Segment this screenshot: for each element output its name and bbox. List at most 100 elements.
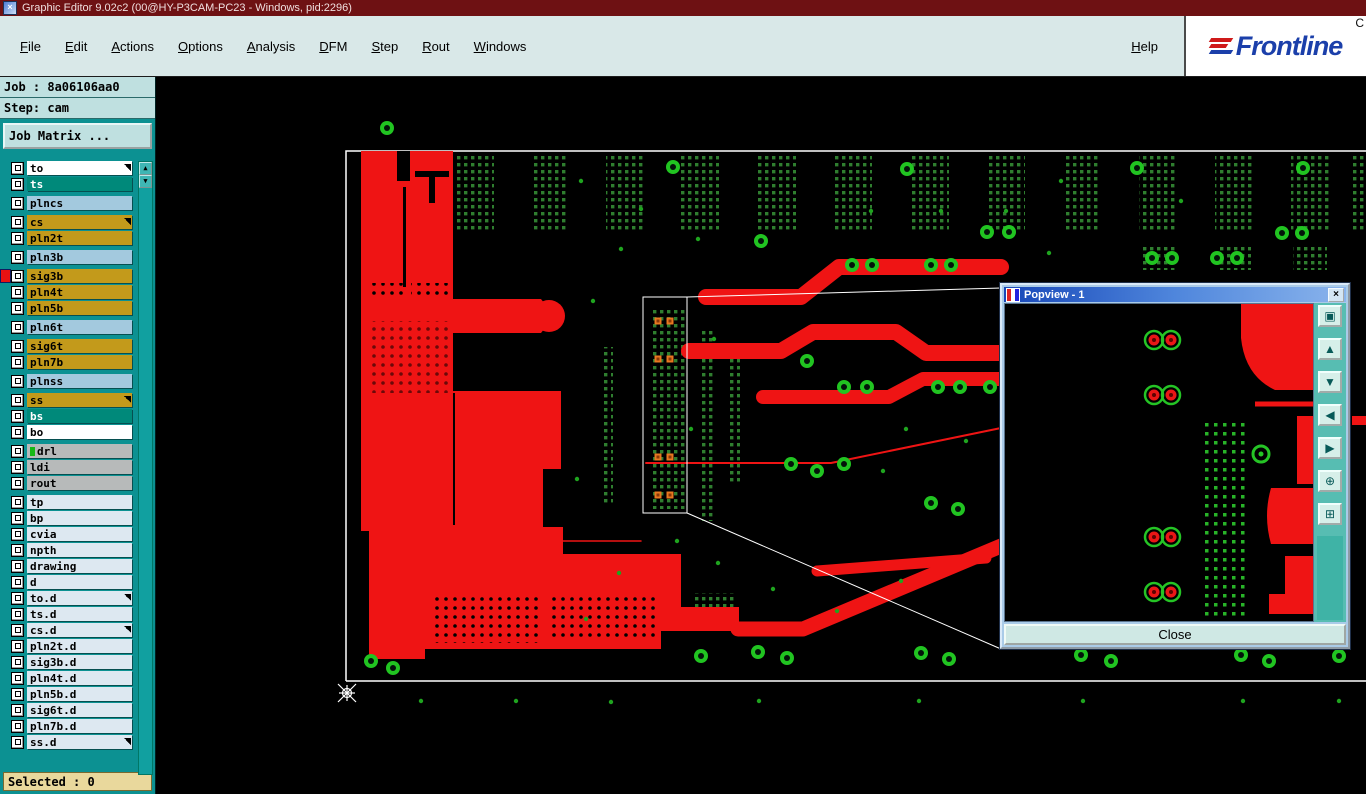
layer-row-sig3b[interactable]: sig3b (0, 269, 138, 283)
job-matrix-button[interactable]: Job Matrix ... (3, 123, 152, 149)
layer-name-rout[interactable]: rout (27, 476, 132, 490)
layer-row-bp[interactable]: bp (1, 511, 138, 525)
layer-row-ss.d[interactable]: ss.d (1, 735, 138, 749)
layer-name-drawing[interactable]: drawing (27, 559, 132, 573)
layer-visibility-checkbox[interactable] (11, 623, 24, 637)
layer-list-scrollbar[interactable]: ▲ ▼ (138, 161, 153, 775)
layer-visibility-checkbox[interactable] (11, 409, 24, 423)
layer-row-cvia[interactable]: cvia (1, 527, 138, 541)
layer-row-d[interactable]: d (1, 575, 138, 589)
layer-row-drawing[interactable]: drawing (1, 559, 138, 573)
layer-visibility-checkbox[interactable] (11, 559, 24, 573)
layer-visibility-checkbox[interactable] (11, 495, 24, 509)
menu-file[interactable]: File (8, 34, 53, 59)
layer-name-sig3b.d[interactable]: sig3b.d (27, 655, 132, 669)
layer-visibility-checkbox[interactable] (11, 374, 24, 388)
layer-visibility-checkbox[interactable] (11, 285, 24, 299)
layer-row-bs[interactable]: bs (1, 409, 138, 423)
layer-name-cvia[interactable]: cvia (27, 527, 132, 541)
layer-name-to.d[interactable]: to.d (27, 591, 132, 605)
layer-visibility-checkbox[interactable] (11, 231, 24, 245)
layer-name-sig3b[interactable]: sig3b (27, 269, 132, 283)
layer-visibility-checkbox[interactable] (11, 196, 24, 210)
layer-row-drl[interactable]: drl (1, 444, 138, 458)
menu-dfm[interactable]: DFM (307, 34, 359, 59)
layer-row-bo[interactable]: bo (1, 425, 138, 439)
close-icon[interactable]: × (1328, 287, 1344, 302)
layer-row-cs.d[interactable]: cs.d (1, 623, 138, 637)
window-titlebar[interactable]: × Graphic Editor 9.02c2 (00@HY-P3CAM-PC2… (0, 0, 1366, 16)
layer-name-pln2t[interactable]: pln2t (27, 231, 132, 245)
layer-row-plnss[interactable]: plnss (1, 374, 138, 388)
layer-name-pln4t.d[interactable]: pln4t.d (27, 671, 132, 685)
layer-row-pln7b.d[interactable]: pln7b.d (1, 719, 138, 733)
layer-visibility-checkbox[interactable] (11, 575, 24, 589)
layer-name-cs.d[interactable]: cs.d (27, 623, 132, 637)
layer-row-pln4t.d[interactable]: pln4t.d (1, 671, 138, 685)
center-view-icon[interactable]: ⊕ (1318, 470, 1342, 492)
layer-row-pln5b.d[interactable]: pln5b.d (1, 687, 138, 701)
layer-name-to[interactable]: to (27, 161, 132, 175)
layer-name-sig6t[interactable]: sig6t (27, 339, 132, 353)
view-window-icon[interactable]: ▣ (1318, 305, 1342, 327)
layer-visibility-checkbox[interactable] (11, 543, 24, 557)
layer-name-pln3b[interactable]: pln3b (27, 250, 132, 264)
scroll-down-icon[interactable]: ▼ (139, 175, 152, 188)
layer-name-d[interactable]: d (27, 575, 132, 589)
pan-down-icon[interactable]: ▼ (1318, 371, 1342, 393)
layer-name-pln2t.d[interactable]: pln2t.d (27, 639, 132, 653)
layer-name-pln4t[interactable]: pln4t (27, 285, 132, 299)
layer-name-tp[interactable]: tp (27, 495, 132, 509)
layer-row-pln4t[interactable]: pln4t (1, 285, 138, 299)
layer-visibility-checkbox[interactable] (11, 460, 24, 474)
layer-visibility-checkbox[interactable] (11, 607, 24, 621)
layer-name-pln6t[interactable]: pln6t (27, 320, 132, 334)
menu-options[interactable]: Options (166, 34, 235, 59)
menu-windows[interactable]: Windows (462, 34, 539, 59)
layer-row-pln6t[interactable]: pln6t (1, 320, 138, 334)
layer-name-ts[interactable]: ts (27, 177, 132, 191)
layer-name-bo[interactable]: bo (27, 425, 132, 439)
layer-row-pln2t[interactable]: pln2t (1, 231, 138, 245)
menu-edit[interactable]: Edit (53, 34, 99, 59)
layer-name-pln7b.d[interactable]: pln7b.d (27, 719, 132, 733)
layer-visibility-checkbox[interactable] (11, 161, 24, 175)
layer-name-ldi[interactable]: ldi (27, 460, 132, 474)
layer-row-to.d[interactable]: to.d (1, 591, 138, 605)
menu-actions[interactable]: Actions (99, 34, 166, 59)
layer-row-ss[interactable]: ss (1, 393, 138, 407)
layer-name-sig6t.d[interactable]: sig6t.d (27, 703, 132, 717)
layer-row-cs[interactable]: cs (1, 215, 138, 229)
layer-name-ts.d[interactable]: ts.d (27, 607, 132, 621)
layer-row-pln5b[interactable]: pln5b (1, 301, 138, 315)
layer-visibility-checkbox[interactable] (11, 301, 24, 315)
layer-visibility-checkbox[interactable] (11, 591, 24, 605)
layer-row-npth[interactable]: npth (1, 543, 138, 557)
layer-visibility-checkbox[interactable] (11, 444, 24, 458)
layer-visibility-checkbox[interactable] (11, 719, 24, 733)
layer-visibility-checkbox[interactable] (11, 527, 24, 541)
layer-row-pln7b[interactable]: pln7b (1, 355, 138, 369)
layer-visibility-checkbox[interactable] (11, 425, 24, 439)
layer-row-ldi[interactable]: ldi (1, 460, 138, 474)
layer-visibility-checkbox[interactable] (11, 687, 24, 701)
layer-row-tp[interactable]: tp (1, 495, 138, 509)
layer-visibility-checkbox[interactable] (11, 320, 24, 334)
layer-name-plnss[interactable]: plnss (27, 374, 132, 388)
menu-step[interactable]: Step (359, 34, 410, 59)
layer-row-ts[interactable]: ts (1, 177, 138, 191)
layer-visibility-checkbox[interactable] (11, 511, 24, 525)
layer-name-plncs[interactable]: plncs (27, 196, 132, 210)
layer-visibility-checkbox[interactable] (11, 269, 24, 283)
layer-name-pln7b[interactable]: pln7b (27, 355, 132, 369)
layer-name-cs[interactable]: cs (27, 215, 132, 229)
layer-row-to[interactable]: to (1, 161, 138, 175)
layer-visibility-checkbox[interactable] (11, 703, 24, 717)
popview-close-button[interactable]: Close (1004, 624, 1346, 645)
layer-visibility-checkbox[interactable] (11, 476, 24, 490)
layer-visibility-checkbox[interactable] (11, 177, 24, 191)
layer-row-plncs[interactable]: plncs (1, 196, 138, 210)
layer-row-pln3b[interactable]: pln3b (1, 250, 138, 264)
layer-visibility-checkbox[interactable] (11, 355, 24, 369)
layer-visibility-checkbox[interactable] (11, 655, 24, 669)
